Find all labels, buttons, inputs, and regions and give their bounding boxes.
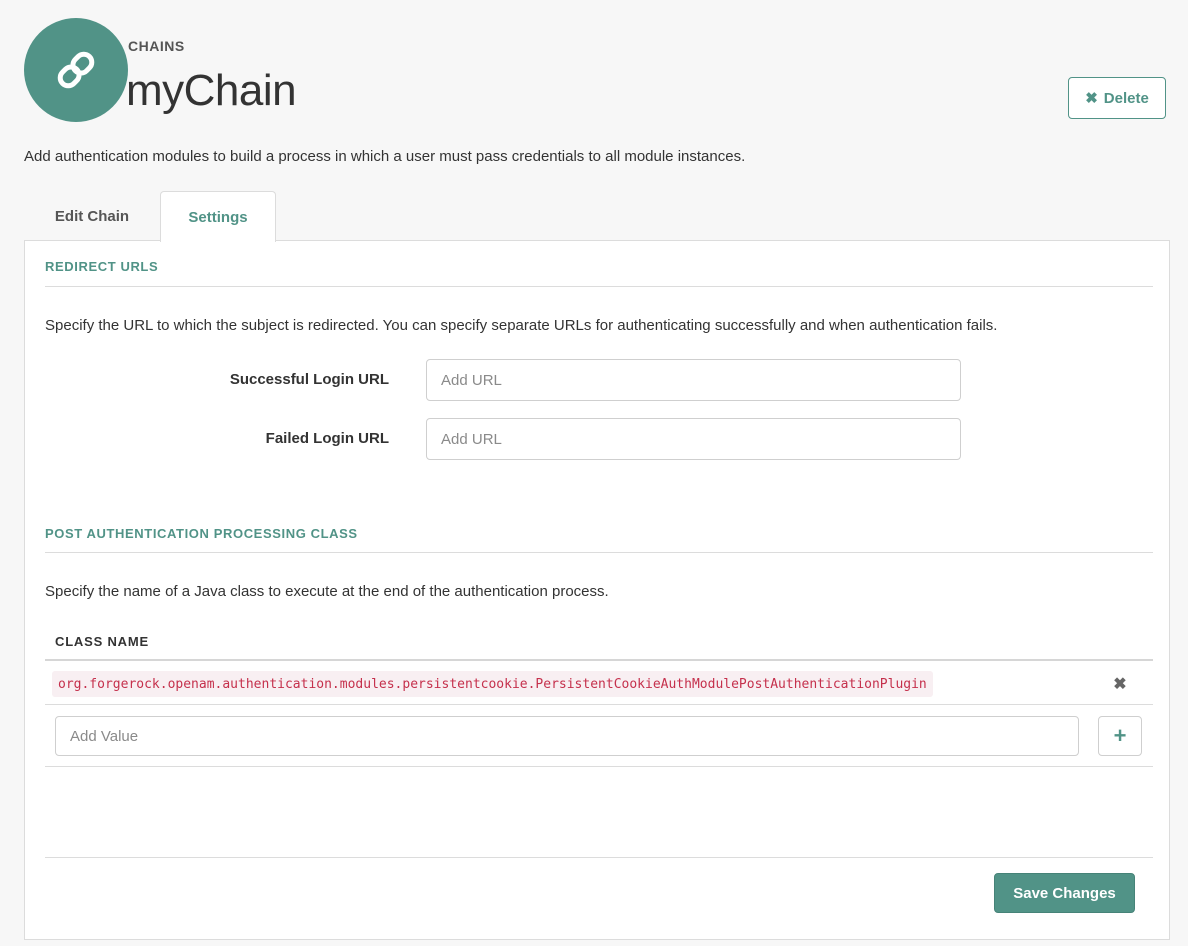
footer-divider <box>45 857 1153 858</box>
add-value-button[interactable]: + <box>1098 716 1142 756</box>
delete-button-label: Delete <box>1103 89 1149 107</box>
close-icon: ✖ <box>1085 90 1098 107</box>
page-description: Add authentication modules to build a pr… <box>24 148 746 165</box>
successful-login-url-input[interactable] <box>426 359 961 401</box>
failed-login-url-input[interactable] <box>426 418 961 460</box>
post-auth-description: Specify the name of a Java class to exec… <box>45 583 609 600</box>
table-header-divider <box>45 659 1153 661</box>
settings-panel: REDIRECT URLS Specify the URL to which t… <box>24 240 1170 940</box>
section-divider <box>45 552 1153 553</box>
tab-bar: Edit Chain Settings <box>24 191 1170 242</box>
delete-button[interactable]: ✖ Delete <box>1068 77 1166 119</box>
table-row-divider <box>45 704 1153 705</box>
tab-edit-chain[interactable]: Edit Chain <box>24 191 160 241</box>
redirect-description: Specify the URL to which the subject is … <box>45 317 998 334</box>
breadcrumb-chains: CHAINS <box>128 38 185 54</box>
page-header: CHAINS myChain ✖ Delete <box>24 18 1166 122</box>
save-changes-button[interactable]: Save Changes <box>994 873 1135 913</box>
add-value-input[interactable] <box>55 716 1079 756</box>
successful-login-url-label: Successful Login URL <box>229 371 389 388</box>
chain-avatar <box>24 18 128 122</box>
link-icon <box>57 51 95 89</box>
section-divider <box>45 286 1153 287</box>
page-title: myChain <box>126 66 297 115</box>
section-title-redirect-urls: REDIRECT URLS <box>45 259 159 274</box>
column-header-class-name: CLASS NAME <box>55 634 149 649</box>
class-name-value: org.forgerock.openam.authentication.modu… <box>52 671 933 697</box>
tab-settings[interactable]: Settings <box>160 191 276 242</box>
table-row-divider <box>45 766 1153 767</box>
plus-icon: + <box>1113 723 1127 748</box>
failed-login-url-label: Failed Login URL <box>265 430 389 447</box>
section-title-post-auth: POST AUTHENTICATION PROCESSING CLASS <box>45 526 358 541</box>
remove-value-icon[interactable]: ✖ <box>1108 674 1132 694</box>
